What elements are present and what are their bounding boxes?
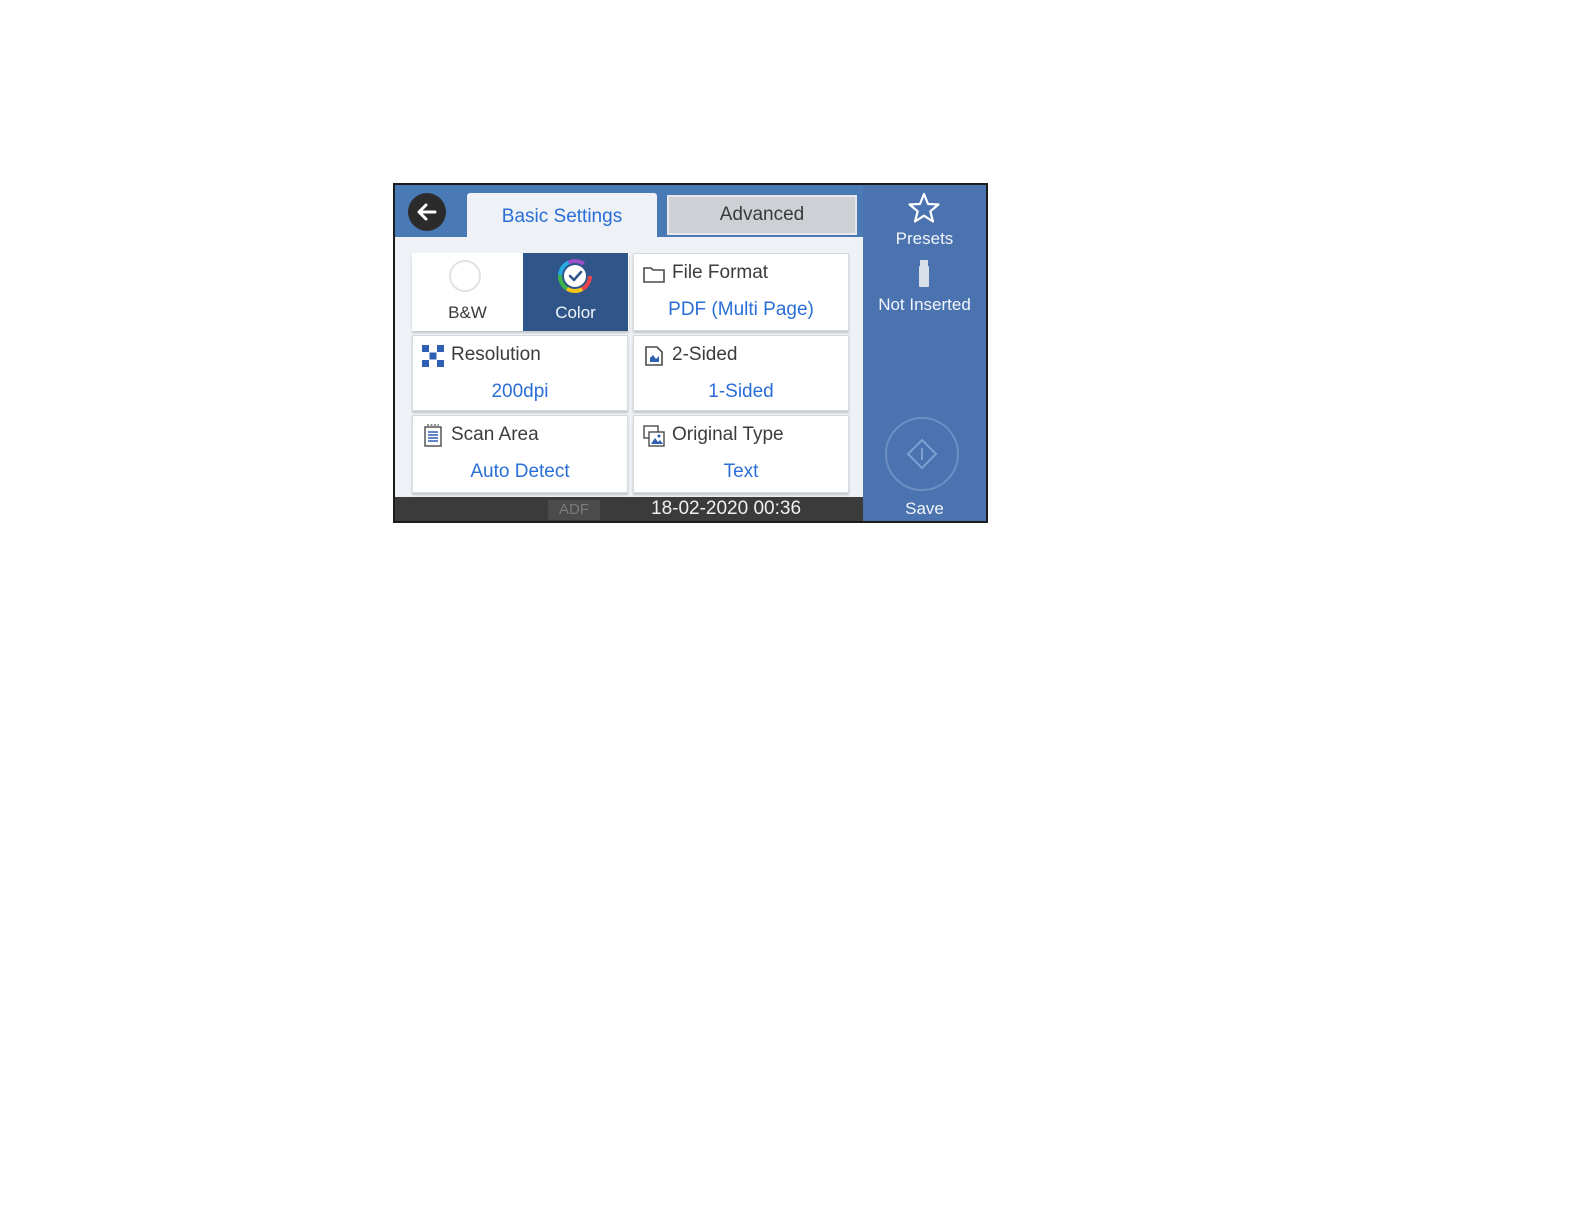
original-type-icon xyxy=(643,425,665,447)
scan-settings-screen: Basic Settings Advanced B&W Color File F… xyxy=(393,183,988,523)
back-arrow-icon xyxy=(417,203,437,221)
color-check-icon xyxy=(558,259,592,293)
start-diamond-icon xyxy=(906,438,938,470)
tab-basic-settings[interactable]: Basic Settings xyxy=(467,193,657,241)
bw-option[interactable]: B&W xyxy=(412,253,523,331)
tab-basic-settings-label: Basic Settings xyxy=(501,206,623,227)
back-button[interactable] xyxy=(408,193,446,231)
star-icon xyxy=(908,192,940,223)
presets-label: Presets xyxy=(895,229,954,248)
two-sided-title: 2-Sided xyxy=(672,344,738,365)
resolution-setting[interactable]: Resolution 200dpi xyxy=(412,335,628,411)
two-sided-setting[interactable]: 2-Sided 1-Sided xyxy=(633,335,849,411)
scan-area-setting[interactable]: Scan Area Auto Detect xyxy=(412,415,628,493)
memory-device-status: Not Inserted xyxy=(863,259,986,319)
two-sided-value: 1-Sided xyxy=(708,381,774,402)
resolution-grid-icon xyxy=(422,345,444,367)
folder-icon xyxy=(643,267,665,283)
side-panel: Presets Not Inserted Save xyxy=(863,185,986,521)
tab-advanced[interactable]: Advanced xyxy=(667,195,857,235)
date-time: 18-02-2020 00:36 xyxy=(651,498,802,519)
adf-indicator: ADF xyxy=(548,500,600,520)
color-option[interactable]: Color xyxy=(523,253,628,331)
settings-grid: B&W Color File Format PDF (Multi Page) R… xyxy=(395,237,863,497)
scan-area-value: Auto Detect xyxy=(470,461,570,482)
radio-empty-icon xyxy=(449,260,481,292)
two-sided-icon xyxy=(645,346,663,366)
file-format-value: PDF (Multi Page) xyxy=(668,299,814,320)
usb-drive-icon xyxy=(919,260,929,287)
memory-status-label: Not Inserted xyxy=(878,295,971,314)
resolution-value: 200dpi xyxy=(491,381,549,402)
scan-area-icon xyxy=(424,424,442,447)
color-mode-toggle: B&W Color xyxy=(412,253,629,331)
bw-label: B&W xyxy=(448,303,487,322)
presets-button[interactable]: Presets xyxy=(863,185,986,251)
original-type-title: Original Type xyxy=(672,424,784,445)
save-label: Save xyxy=(905,499,944,518)
tab-advanced-label: Advanced xyxy=(719,204,805,225)
file-format-title: File Format xyxy=(672,262,769,283)
original-type-value: Text xyxy=(723,461,759,482)
main-panel: Basic Settings Advanced B&W Color File F… xyxy=(395,185,863,521)
save-button[interactable] xyxy=(885,417,959,491)
file-format-setting[interactable]: File Format PDF (Multi Page) xyxy=(633,253,849,331)
status-bar: ADF 18-02-2020 00:36 xyxy=(395,497,863,521)
color-label: Color xyxy=(555,303,596,322)
scan-area-title: Scan Area xyxy=(451,424,539,445)
original-type-setting[interactable]: Original Type Text xyxy=(633,415,849,493)
resolution-title: Resolution xyxy=(451,344,541,365)
